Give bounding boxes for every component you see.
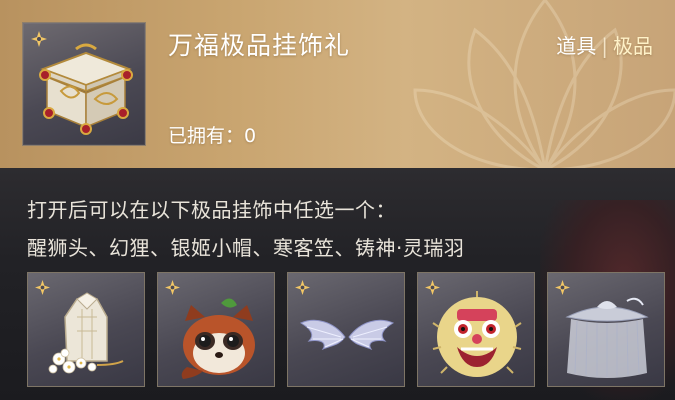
item-header: 万福极品挂饰礼 道具 | 极品 已拥有：0 xyxy=(0,0,675,168)
item-category: 道具 xyxy=(556,34,597,58)
choice-item-2[interactable] xyxy=(157,272,275,387)
item-type-label: 道具 | 极品 xyxy=(556,30,653,59)
description-line-2: 醒狮头、幻狸、银姬小帽、寒客笠、铸神·灵瑞羽 xyxy=(27,236,465,260)
lion-dance-head-icon xyxy=(432,291,522,377)
crystal-headpiece-icon xyxy=(48,292,124,374)
owned-count: 已拥有：0 xyxy=(168,125,257,147)
silver-wings-icon xyxy=(299,319,395,351)
choice-item-1[interactable] xyxy=(27,272,145,387)
lotus-watermark-icon xyxy=(413,0,675,168)
gift-chest-icon xyxy=(39,43,133,135)
choice-item-4[interactable] xyxy=(417,272,535,387)
choice-item-5[interactable] xyxy=(547,272,665,387)
choice-list xyxy=(27,272,665,387)
choice-item-3[interactable] xyxy=(287,272,405,387)
veiled-hat-icon xyxy=(565,297,649,378)
item-icon-frame xyxy=(22,22,146,146)
item-title: 万福极品挂饰礼 xyxy=(168,31,351,60)
raccoon-pet-icon xyxy=(181,298,255,379)
item-grade: 极品 xyxy=(613,34,653,58)
type-separator: | xyxy=(601,34,608,58)
description-line-1: 打开后可以在以下极品挂饰中任选一个： xyxy=(27,198,396,222)
